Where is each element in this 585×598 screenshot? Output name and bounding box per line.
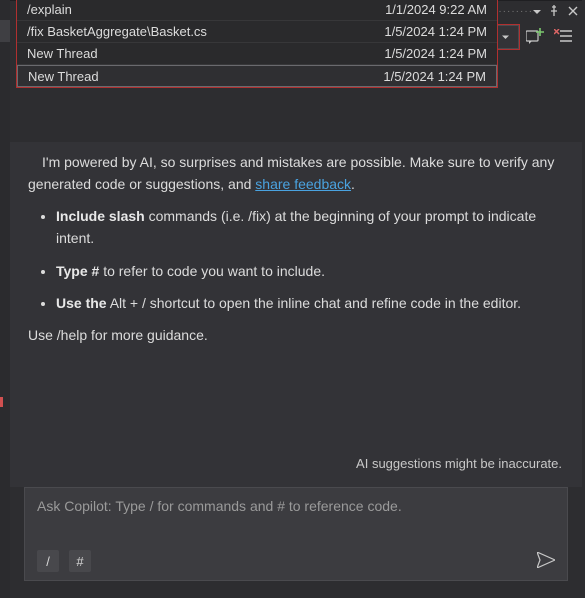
tip-item: Use the Alt + / shortcut to open the inl… xyxy=(56,292,564,315)
chat-input-box[interactable]: Ask Copilot: Type / for commands and # t… xyxy=(24,487,568,581)
ai-disclaimer: AI suggestions might be inaccurate. xyxy=(28,450,564,479)
thread-name: New Thread xyxy=(27,46,98,61)
close-icon[interactable] xyxy=(568,4,578,19)
thread-item[interactable]: New Thread 1/5/2024 1:24 PM xyxy=(17,43,497,65)
panel-menu-caret-icon[interactable] xyxy=(533,4,541,19)
welcome-message: I'm powered by AI, so surprises and mist… xyxy=(28,152,564,450)
thread-timestamp: 1/5/2024 1:24 PM xyxy=(384,24,487,39)
tip-item: Type # to refer to code you want to incl… xyxy=(56,260,564,283)
outro-text: Use /help for more guidance. xyxy=(28,325,564,347)
thread-timestamp: 1/1/2024 9:22 AM xyxy=(385,2,487,17)
slash-command-chip[interactable]: / xyxy=(37,550,59,572)
new-thread-icon[interactable] xyxy=(526,28,544,47)
chat-input-placeholder: Ask Copilot: Type / for commands and # t… xyxy=(37,498,555,538)
pin-icon[interactable] xyxy=(549,4,560,19)
clear-threads-icon[interactable] xyxy=(554,29,572,46)
thread-timestamp: 1/5/2024 1:24 PM xyxy=(383,69,486,84)
thread-timestamp: 1/5/2024 1:24 PM xyxy=(384,46,487,61)
chevron-down-icon xyxy=(501,30,510,45)
editor-left-rail xyxy=(0,0,10,598)
hash-reference-chip[interactable]: # xyxy=(69,550,91,572)
thread-dropdown-list: /explain 1/1/2024 9:22 AM /fix BasketAgg… xyxy=(16,0,498,88)
send-icon[interactable] xyxy=(537,552,555,571)
copilot-chat-panel: GitHub Copilot Chat ····················… xyxy=(10,0,582,595)
thread-item[interactable]: New Thread 1/5/2024 1:24 PM xyxy=(17,65,497,87)
tip-item: Include slash commands (i.e. /fix) at th… xyxy=(56,205,564,249)
thread-item[interactable]: /fix BasketAggregate\Basket.cs 1/5/2024 … xyxy=(17,21,497,43)
share-feedback-link[interactable]: share feedback xyxy=(255,176,351,192)
thread-name: New Thread xyxy=(28,69,99,84)
chat-content-area: I'm powered by AI, so surprises and mist… xyxy=(10,142,582,487)
thread-item[interactable]: /explain 1/1/2024 9:22 AM xyxy=(17,0,497,21)
thread-name: /explain xyxy=(27,2,72,17)
thread-name: /fix BasketAggregate\Basket.cs xyxy=(27,24,207,39)
